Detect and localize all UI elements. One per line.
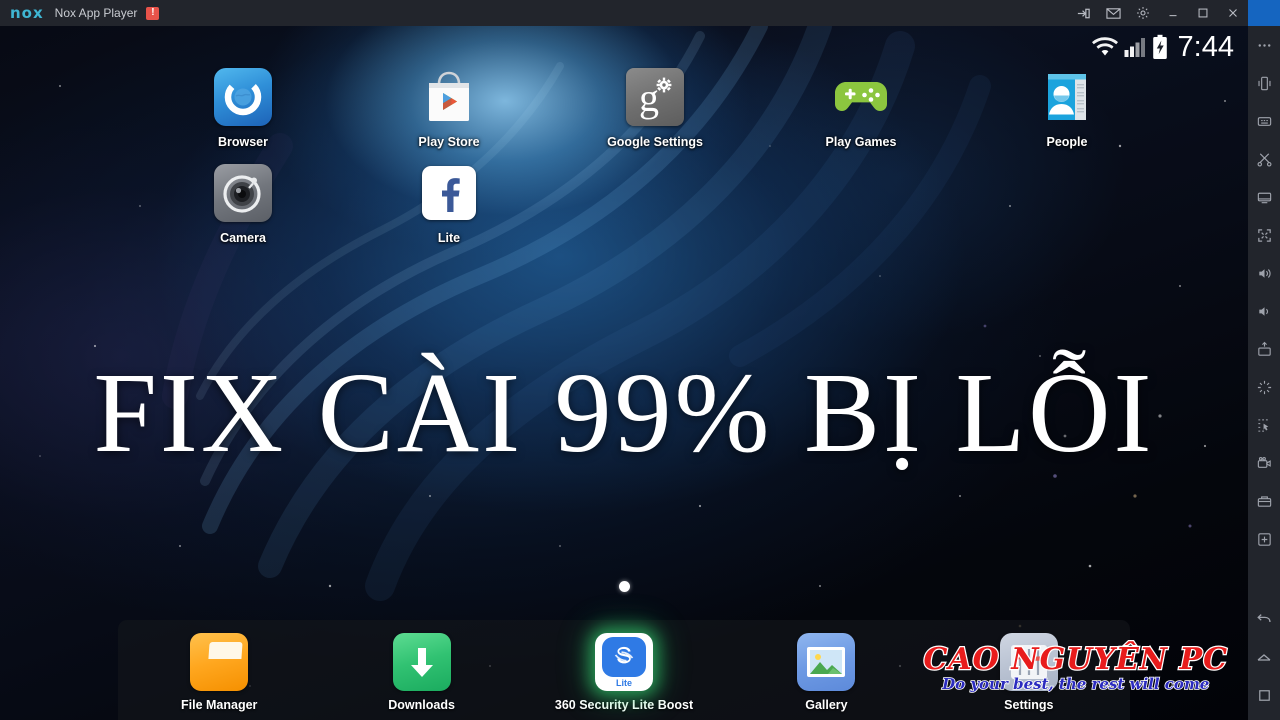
dock-item-settings[interactable]: Settings: [928, 620, 1130, 720]
app-play-store[interactable]: Play Store: [346, 66, 552, 149]
app-row-2: Camera Lite: [140, 162, 1240, 245]
dock-item-gallery[interactable]: Gallery: [725, 620, 927, 720]
home-app-grid: Browser Play Store g Google Settings Pla…: [0, 66, 1248, 245]
app-label: Camera: [220, 231, 266, 245]
android-screen[interactable]: 7:44 Browser Play Store g Google Setting…: [0, 26, 1248, 720]
android-status-bar: 7:44: [848, 26, 1248, 68]
minimize-icon[interactable]: [1158, 0, 1188, 26]
shake-icon[interactable]: [1248, 64, 1280, 102]
apk-install-icon[interactable]: [1248, 330, 1280, 368]
maximize-icon[interactable]: [1188, 0, 1218, 26]
app-empty-slot-3: [964, 162, 1170, 245]
wifi-icon: [1091, 37, 1118, 57]
play-games-icon: [830, 66, 892, 128]
dock-label: 360 Security Lite Boost: [554, 698, 694, 712]
macro-record-icon[interactable]: [1248, 406, 1280, 444]
settings-icon: [999, 632, 1059, 692]
nox-app-player-window: nox Nox App Player ! 7:44 Browser Play S…: [0, 0, 1280, 720]
fullscreen-icon[interactable]: [1248, 216, 1280, 254]
notification-badge[interactable]: !: [146, 6, 160, 20]
app-facebook-lite[interactable]: Lite: [346, 162, 552, 245]
nox-logo: nox: [10, 4, 44, 22]
battery-charging-icon: [1152, 34, 1168, 60]
gallery-icon: [796, 632, 856, 692]
app-label: Play Games: [825, 135, 897, 149]
volume-up-icon[interactable]: [1248, 254, 1280, 292]
back-icon[interactable]: [1248, 600, 1280, 638]
dock-item-360-security[interactable]: Lite 360 Security Lite Boost: [523, 620, 725, 720]
recents-icon[interactable]: [1248, 676, 1280, 714]
dock-label: Settings: [1004, 698, 1054, 712]
page-indicator: [0, 581, 1248, 592]
gear-icon[interactable]: [1128, 0, 1158, 26]
mail-icon[interactable]: [1098, 0, 1128, 26]
app-empty-slot-2: [758, 162, 964, 245]
app-play-games[interactable]: Play Games: [758, 66, 964, 149]
dock-item-file-manager[interactable]: File Manager: [118, 620, 320, 720]
overlay-headline: FIX CÀI 99% BỊ LỖI: [93, 349, 1155, 476]
tool-sidebar: [1248, 0, 1280, 720]
app-row-1: Browser Play Store g Google Settings Pla…: [140, 66, 1240, 149]
people-icon: [1036, 66, 1098, 128]
app-people[interactable]: People: [964, 66, 1170, 149]
dock-label: Gallery: [805, 698, 848, 712]
dock-label: File Manager: [180, 698, 258, 712]
dock-label: Downloads: [388, 698, 455, 712]
close-icon[interactable]: [1218, 0, 1248, 26]
browser-icon: [212, 66, 274, 128]
screen-icon[interactable]: [1248, 178, 1280, 216]
security-360-icon: Lite: [594, 632, 654, 692]
app-label: Google Settings: [607, 135, 703, 149]
volume-down-icon[interactable]: [1248, 292, 1280, 330]
app-camera[interactable]: Camera: [140, 162, 346, 245]
svg-text:g: g: [639, 75, 659, 120]
more-icon[interactable]: [1248, 26, 1280, 64]
app-label: Lite: [437, 231, 461, 245]
play-store-icon: [418, 66, 480, 128]
video-record-icon[interactable]: [1248, 444, 1280, 482]
add-widget-icon[interactable]: [1248, 520, 1280, 558]
keyboard-mapping-icon[interactable]: [1248, 102, 1280, 140]
shake-burst-icon[interactable]: [1248, 368, 1280, 406]
file-manager-icon: [189, 632, 249, 692]
app-label: Browser: [217, 135, 269, 149]
home-icon[interactable]: [1248, 638, 1280, 676]
security-360-badge: Lite: [616, 678, 633, 688]
sidebar-accent-block: [1248, 0, 1280, 26]
app-browser[interactable]: Browser: [140, 66, 346, 149]
downloads-icon: [392, 632, 452, 692]
camera-app-icon: [212, 162, 274, 224]
signal-icon: [1124, 37, 1146, 58]
camera-icon[interactable]: [1248, 482, 1280, 520]
facebook-lite-icon: [418, 162, 480, 224]
page-dot-active[interactable]: [618, 581, 630, 592]
app-empty-slot-1: [552, 162, 758, 245]
home-dock: File Manager Downloads Lite 360 Security…: [118, 620, 1130, 720]
status-time: 7:44: [1177, 30, 1234, 63]
window-title-bar: nox Nox App Player !: [0, 0, 1248, 26]
app-label: Play Store: [418, 135, 480, 149]
window-title: Nox App Player: [54, 6, 138, 20]
google-settings-icon: g: [624, 66, 686, 128]
scissors-icon[interactable]: [1248, 140, 1280, 178]
app-google-settings[interactable]: g Google Settings: [552, 66, 758, 149]
share-icon[interactable]: [1068, 0, 1098, 26]
dock-item-downloads[interactable]: Downloads: [320, 620, 522, 720]
app-label: People: [1046, 135, 1088, 149]
